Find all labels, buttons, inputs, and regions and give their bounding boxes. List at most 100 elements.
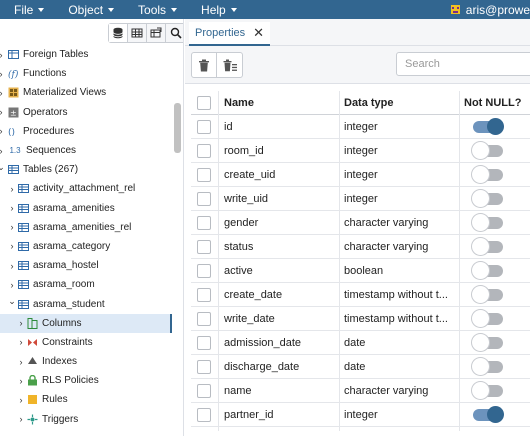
table-row[interactable]: write_uid integer	[191, 187, 530, 211]
chevron-right-icon[interactable]: ›	[0, 50, 5, 60]
not-null-toggle[interactable]	[472, 141, 503, 159]
chevron-right-icon[interactable]: ›	[8, 261, 16, 271]
row-checkbox[interactable]	[197, 191, 211, 206]
chevron-right-icon[interactable]: ›	[17, 414, 25, 424]
chevron-right-icon[interactable]: ›	[8, 203, 16, 213]
user-menu[interactable]: aris@prowe	[448, 0, 530, 19]
menu-file[interactable]: File	[14, 3, 45, 17]
row-checkbox[interactable]	[197, 239, 211, 254]
chevron-right-icon[interactable]: ›	[8, 184, 16, 194]
not-null-toggle[interactable]	[472, 189, 503, 207]
chevron-right-icon[interactable]: ›	[8, 222, 16, 232]
chevron-right-icon[interactable]: ›	[17, 357, 25, 367]
tree-item-asrama-hostel[interactable]: › asrama_hostel	[0, 256, 172, 275]
table-row[interactable]: create_date timestamp without t...	[191, 283, 530, 307]
not-null-toggle[interactable]	[472, 381, 503, 399]
row-checkbox[interactable]	[197, 215, 211, 230]
not-null-toggle[interactable]	[472, 165, 503, 183]
row-checkbox[interactable]	[197, 383, 211, 398]
tree-item-asrama-amenities-rel[interactable]: › asrama_amenities_rel	[0, 218, 172, 237]
not-null-toggle[interactable]	[472, 261, 503, 279]
header-name[interactable]: Name	[224, 97, 254, 109]
table-row[interactable]: gender character varying	[191, 211, 530, 235]
tree-item-columns[interactable]: › Columns	[0, 313, 172, 334]
not-null-toggle[interactable]	[472, 213, 503, 231]
header-data-type[interactable]: Data type	[344, 97, 460, 109]
chevron-down-icon[interactable]: ⌄	[8, 296, 16, 306]
row-checkbox[interactable]	[197, 143, 211, 158]
chevron-right-icon[interactable]: ›	[0, 146, 5, 156]
table-row[interactable]: discharge_date date	[191, 355, 530, 379]
row-checkbox[interactable]	[197, 335, 211, 350]
table-row[interactable]: create_uid integer	[191, 163, 530, 187]
menu-tools[interactable]: Tools	[138, 3, 178, 17]
row-checkbox[interactable]	[197, 263, 211, 278]
not-null-toggle[interactable]	[472, 357, 503, 375]
select-all-checkbox[interactable]	[197, 95, 211, 110]
database-view-button[interactable]	[109, 24, 128, 42]
table-row[interactable]: write_date timestamp without t...	[191, 307, 530, 331]
tree-item-materialized-views[interactable]: › Materialized Views	[0, 83, 172, 102]
tab-properties[interactable]: Properties ✕	[189, 22, 271, 46]
table-row[interactable]: id integer	[191, 115, 530, 139]
not-null-toggle[interactable]	[473, 405, 504, 423]
close-icon[interactable]: ✕	[253, 25, 264, 41]
tree-item-constraints[interactable]: › Constraints	[0, 333, 172, 352]
tree-item-tables-267[interactable]: ⌄ Tables (267)	[0, 160, 172, 179]
table-row[interactable]: active boolean	[191, 259, 530, 283]
tree-item-sequences[interactable]: › 1.3 Sequences	[0, 141, 172, 160]
table-row[interactable]: name character varying	[191, 379, 530, 403]
tree-item-rules[interactable]: › Rules	[0, 390, 172, 409]
tree-item-activity-attachment-rel[interactable]: › activity_attachment_rel	[0, 179, 172, 198]
tree-scroll-thumb[interactable]	[174, 103, 181, 153]
chevron-right-icon[interactable]: ›	[17, 376, 25, 386]
chevron-right-icon[interactable]: ›	[8, 280, 16, 290]
tree-item-indexes[interactable]: › Indexes	[0, 352, 172, 371]
search-input[interactable]	[396, 52, 530, 76]
not-null-toggle[interactable]	[473, 117, 504, 135]
table-row[interactable]: admission_date date	[191, 331, 530, 355]
row-checkbox[interactable]	[197, 359, 211, 374]
table-row[interactable]: room_id integer	[191, 139, 530, 163]
menu-help[interactable]: Help	[201, 3, 237, 17]
tree-item-asrama-amenities[interactable]: › asrama_amenities	[0, 199, 172, 218]
table-row[interactable]: status character varying	[191, 235, 530, 259]
query-tool-button[interactable]	[147, 24, 166, 42]
not-null-toggle[interactable]	[472, 237, 503, 255]
tree-item-rls-policies[interactable]: › RLS Policies	[0, 371, 172, 390]
row-checkbox[interactable]	[197, 167, 211, 182]
chevron-right-icon[interactable]: ›	[17, 395, 25, 405]
search-objects-button[interactable]	[166, 24, 183, 42]
row-checkbox[interactable]	[197, 119, 211, 134]
not-null-toggle[interactable]	[472, 333, 503, 351]
not-null-toggle[interactable]	[472, 309, 503, 327]
chevron-right-icon[interactable]: ›	[8, 241, 16, 251]
tree-item-asrama-student[interactable]: ⌄ asrama_student	[0, 294, 172, 313]
delete-button[interactable]	[192, 53, 217, 77]
chevron-right-icon[interactable]: ›	[0, 126, 5, 136]
row-checkbox[interactable]	[197, 311, 211, 326]
tree-item-label: asrama_amenities_rel	[33, 221, 132, 233]
chevron-right-icon[interactable]: ›	[0, 107, 5, 117]
tree-item-functions[interactable]: ›(f) Functions	[0, 64, 172, 83]
row-checkbox[interactable]	[197, 407, 211, 422]
tree-item-operators[interactable]: › ± Operators	[0, 103, 172, 122]
tree-item-foreign-tables[interactable]: › Foreign Tables	[0, 45, 172, 64]
chevron-down-icon[interactable]: ⌄	[0, 162, 5, 172]
chevron-right-icon[interactable]: ›	[0, 69, 5, 79]
drop-cascade-button[interactable]	[217, 53, 242, 77]
chevron-right-icon[interactable]: ›	[17, 337, 25, 347]
menu-object[interactable]: Object	[68, 3, 115, 17]
tree-item-asrama-category[interactable]: › asrama_category	[0, 237, 172, 256]
tree-item-procedures[interactable]: ›() Procedures	[0, 122, 172, 141]
table-row[interactable]: partner_id integer	[191, 403, 530, 427]
row-checkbox[interactable]	[197, 287, 211, 302]
chevron-right-icon[interactable]: ›	[0, 88, 5, 98]
tree-item-asrama-room[interactable]: › asrama_room	[0, 275, 172, 294]
column-data-type: date	[344, 336, 366, 349]
tree-item-triggers[interactable]: › Triggers	[0, 410, 172, 429]
table-view-button[interactable]	[128, 24, 147, 42]
header-not-null[interactable]: Not NULL?	[464, 97, 521, 109]
not-null-toggle[interactable]	[472, 285, 503, 303]
chevron-right-icon[interactable]: ›	[17, 318, 25, 328]
